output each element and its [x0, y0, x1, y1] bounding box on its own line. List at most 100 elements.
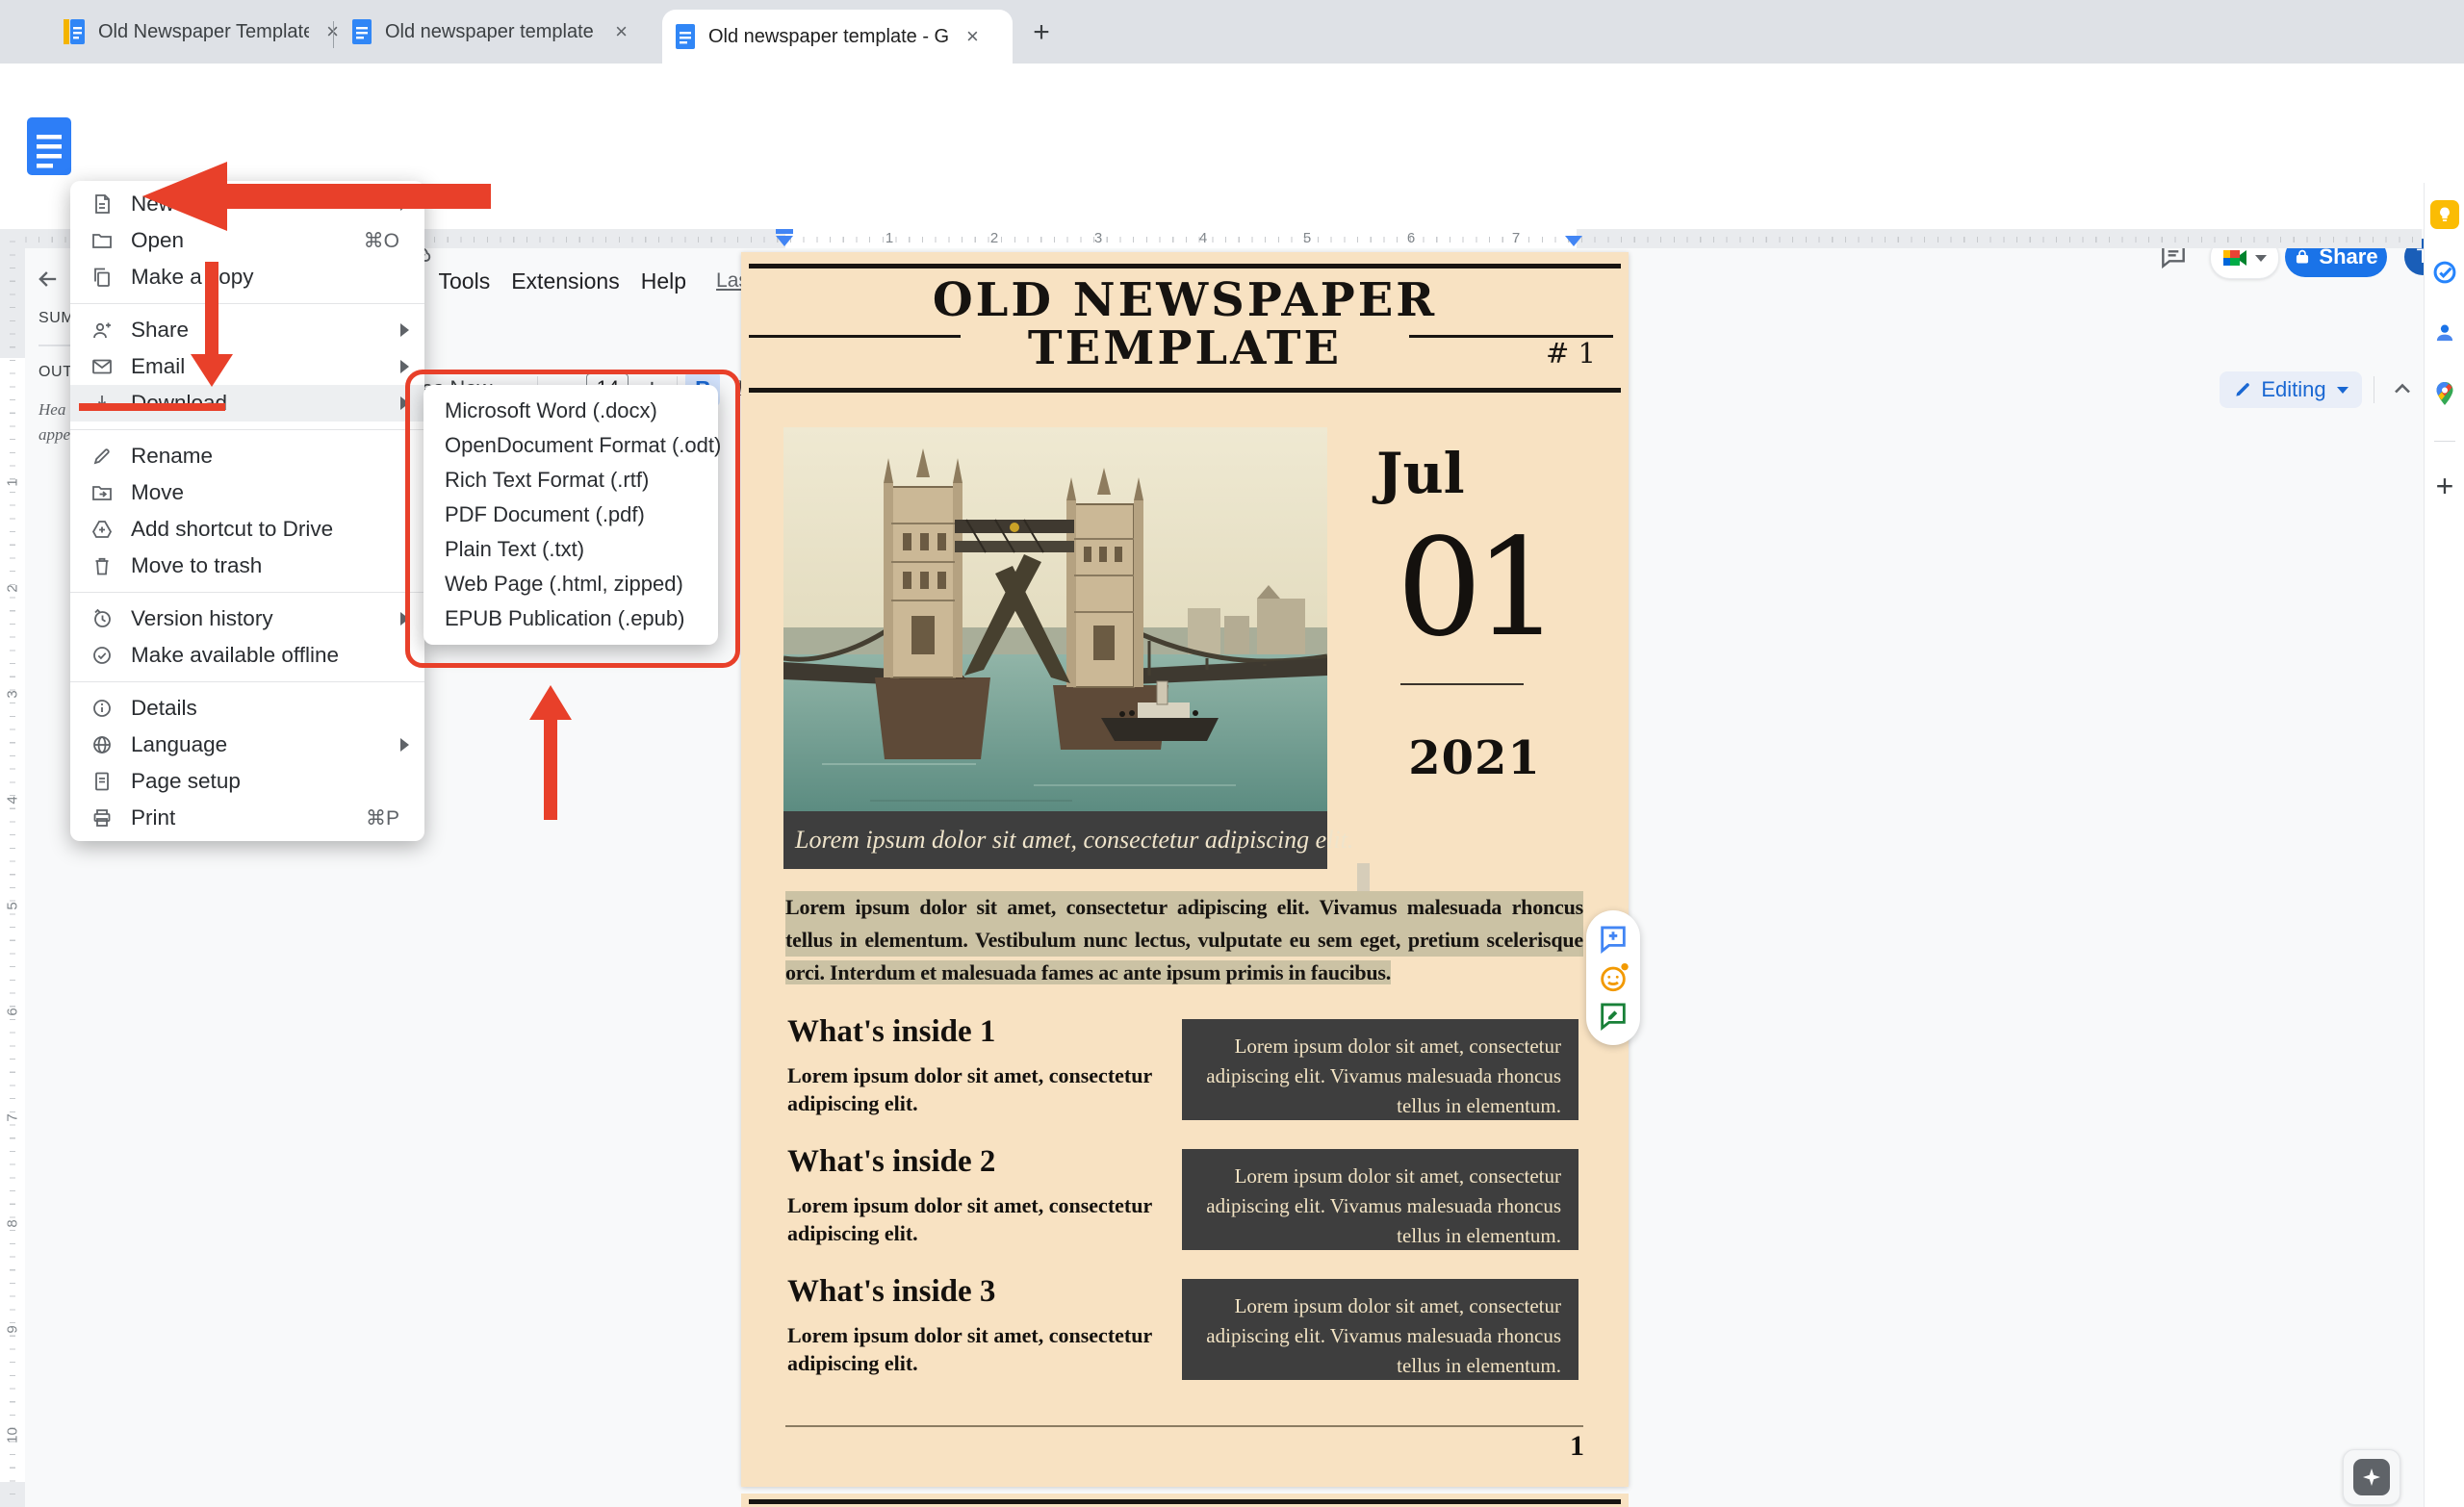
envelope-icon	[90, 355, 114, 378]
lead-paragraph[interactable]: Lorem ipsum dolor sit amet, consectetur …	[785, 891, 1583, 989]
menu-help[interactable]: Help	[630, 266, 697, 297]
paragraph-line: orci. Interdum et malesuada fames ac ant…	[785, 960, 1392, 984]
summary-label: SUM	[38, 310, 75, 326]
ruler-number: 3	[4, 690, 21, 699]
docs-header: Old newspaper template ☆ File Edit View …	[0, 114, 2464, 297]
menu-item-version-history[interactable]: Version history	[70, 600, 424, 637]
next-page-top	[741, 1494, 1629, 1507]
menu-item-label: Version history	[131, 606, 273, 630]
ruler-number: 1	[4, 478, 21, 487]
menu-item-make-available-offline[interactable]: Make available offline	[70, 637, 424, 674]
menu-item-move-to-trash[interactable]: Move to trash	[70, 548, 424, 584]
menu-extensions[interactable]: Extensions	[500, 266, 630, 297]
section-box-line: tellus in elementum.	[1397, 1224, 1561, 1247]
globe-icon	[90, 733, 114, 756]
section-subtext: Lorem ipsum dolor sit amet, consectetur …	[787, 1061, 1152, 1117]
menu-item-move[interactable]: Move	[70, 474, 424, 511]
panel-divider	[38, 345, 70, 346]
date-year: 2021	[1408, 731, 1541, 785]
masthead-title-line2: TEMPLATE	[1027, 321, 1343, 375]
menu-item-page-setup[interactable]: Page setup	[70, 763, 424, 800]
tab-close-icon[interactable]: ×	[962, 24, 983, 49]
menu-tools[interactable]: Tools	[428, 266, 501, 297]
docs-favicon	[352, 19, 372, 44]
first-line-indent-marker[interactable]	[776, 229, 793, 234]
docs-logo[interactable]	[27, 117, 71, 175]
submenu-arrow-icon	[400, 323, 409, 337]
collapse-toolbar-icon[interactable]	[2389, 375, 2416, 402]
suggest-edits-icon[interactable]	[1597, 1000, 1630, 1033]
section-box-line: Lorem ipsum dolor sit amet, consectetur	[1234, 1164, 1561, 1188]
section-box: Lorem ipsum dolor sit amet, consectetur …	[1182, 1279, 1578, 1380]
menu-item-language[interactable]: Language	[70, 727, 424, 763]
tower-bridge-photo[interactable]	[783, 427, 1327, 811]
offline-check-icon	[90, 644, 114, 667]
ruler-number: 4	[1198, 230, 1208, 246]
left-indent-marker[interactable]	[776, 236, 793, 246]
annotation-arrow-to-download	[191, 354, 233, 387]
menu-item-open[interactable]: Open ⌘O	[70, 222, 424, 259]
new-tab-button[interactable]: +	[1022, 13, 1061, 52]
ruler-number: 6	[4, 1008, 21, 1016]
tab-1[interactable]: Old Newspaper Template – Fre ×	[50, 0, 356, 64]
right-indent-marker[interactable]	[1565, 236, 1582, 246]
tab-separator	[333, 21, 334, 48]
menu-item-label: Make a copy	[131, 265, 254, 289]
vertical-ruler[interactable]: 1 2 3 4 5 6 7 8 9 10	[0, 229, 25, 1507]
menu-item-add-shortcut-to-drive[interactable]: Add shortcut to Drive	[70, 511, 424, 548]
tab-3-active[interactable]: Old newspaper template - Goo ×	[662, 10, 1013, 64]
folder-move-icon	[90, 481, 114, 504]
outline-hint-line: appe	[38, 425, 71, 444]
menu-item-print[interactable]: Print ⌘P	[70, 800, 424, 836]
tasks-icon[interactable]	[2430, 258, 2459, 287]
docs-favicon	[676, 24, 695, 49]
section-subtext-line: adipiscing elit.	[787, 1351, 918, 1375]
version-history-icon	[90, 607, 114, 630]
document-page[interactable]: OLD NEWSPAPER TEMPLATE # 1 Lorem ipsum d…	[741, 252, 1629, 1487]
masthead-title-line1: OLD NEWSPAPER	[932, 273, 1438, 327]
explore-button[interactable]	[2343, 1449, 2400, 1505]
close-outline-arrow-icon[interactable]	[35, 266, 62, 293]
side-panel-rail: +	[2424, 183, 2464, 1507]
footer-rule	[785, 1425, 1583, 1427]
add-comment-icon[interactable]	[1597, 923, 1630, 956]
photo-caption-bar: Lorem ipsum dolor sit amet, consectetur …	[783, 811, 1353, 869]
tab-close-icon[interactable]: ×	[611, 19, 631, 44]
menu-item-email[interactable]: Email	[70, 348, 424, 385]
menu-separator	[70, 681, 424, 682]
tab-title: Old newspaper template #1 - G	[385, 20, 598, 42]
page-setup-icon	[90, 770, 114, 793]
docs-favicon-yellow	[64, 19, 85, 44]
keep-icon[interactable]	[2430, 200, 2459, 229]
annotation-arrow-shaft	[221, 184, 491, 209]
menu-item-share[interactable]: Share	[70, 312, 424, 348]
section-heading: What's inside 1	[787, 1014, 996, 1049]
tab-2[interactable]: Old newspaper template #1 - G ×	[339, 0, 645, 64]
menu-item-rename[interactable]: Rename	[70, 438, 424, 474]
photo-caption: Lorem ipsum dolor sit amet, consectetur …	[795, 826, 1354, 854]
contacts-icon[interactable]	[2430, 319, 2459, 347]
section-box-line: adipiscing elit. Vivamus malesuada rhonc…	[1206, 1324, 1561, 1347]
menu-item-label: Share	[131, 318, 190, 342]
menu-item-label: Add shortcut to Drive	[131, 517, 334, 541]
menu-item-label: Make available offline	[131, 643, 339, 667]
editing-mode-button[interactable]: Editing	[2220, 371, 2362, 408]
copy-icon	[90, 266, 114, 289]
emoji-reaction-icon[interactable]	[1597, 961, 1630, 994]
browser-tab-bar: Old Newspaper Template – Fre × Old newsp…	[0, 0, 2464, 64]
get-addons-button[interactable]: +	[2430, 469, 2459, 503]
menu-item-label: Move to trash	[131, 553, 263, 577]
section-subtext-line: Lorem ipsum dolor sit amet, consectetur	[787, 1193, 1153, 1217]
menu-item-make-a-copy[interactable]: Make a copy	[70, 259, 424, 295]
ruler-number: 7	[4, 1113, 21, 1122]
maps-icon[interactable]	[2430, 379, 2459, 408]
ruler-number: 3	[1093, 230, 1103, 246]
ruler-number: 4	[4, 796, 21, 805]
tab-title: Old Newspaper Template – Fre	[98, 20, 310, 42]
section-heading: What's inside 2	[787, 1144, 996, 1179]
menu-item-details[interactable]: Details	[70, 690, 424, 727]
annotation-box-around-submenu	[405, 370, 740, 668]
new-doc-icon	[90, 192, 114, 216]
meet-icon	[2222, 247, 2247, 268]
tab-title: Old newspaper template - Goo	[708, 25, 949, 47]
